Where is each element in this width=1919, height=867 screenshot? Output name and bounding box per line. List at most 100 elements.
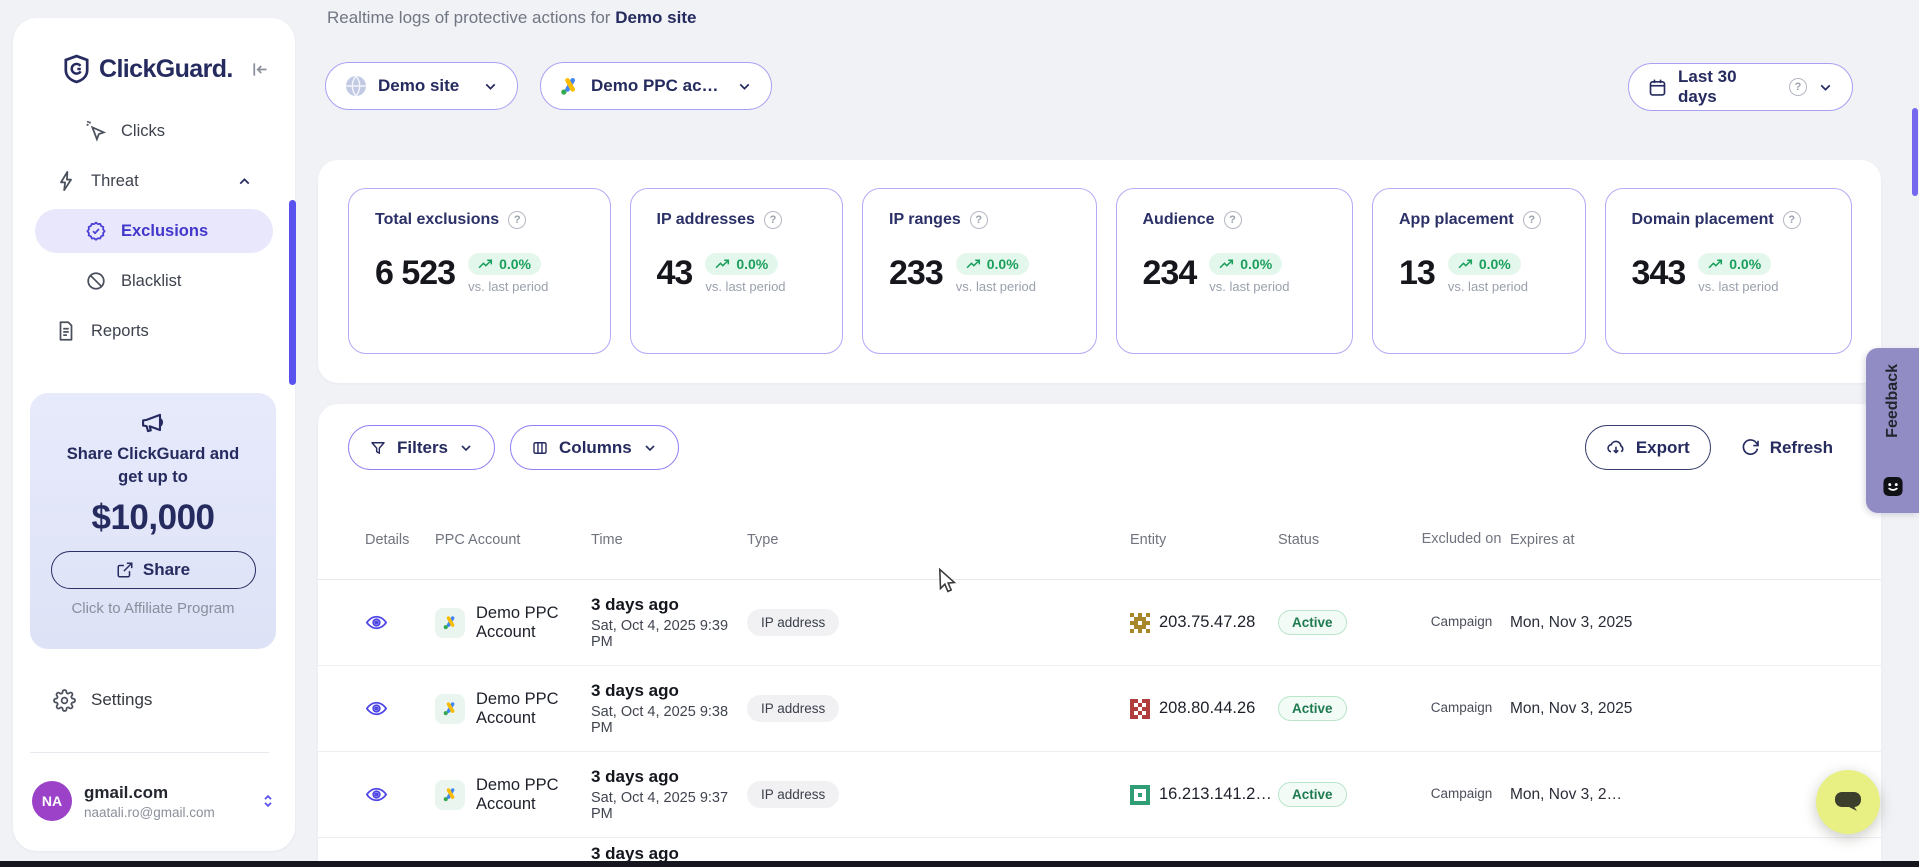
excluded-on-value: Campaign (1413, 613, 1510, 631)
clickguard-logo-icon (63, 54, 90, 84)
sidebar-scrollbar-thumb[interactable] (289, 200, 296, 385)
subtitle-site-name: Demo site (615, 8, 696, 27)
stat-label: App placement (1399, 211, 1514, 229)
entity-value: 203.75.47.28 (1159, 613, 1255, 632)
question-circle-icon[interactable]: ? (764, 211, 782, 229)
stat-value: 6 523 (375, 254, 455, 293)
settings-label: Settings (91, 690, 152, 710)
filters-button[interactable]: Filters (348, 425, 495, 470)
stat-delta-badge: 0.0% (468, 253, 541, 275)
status-badge: Active (1278, 610, 1347, 635)
window-bottom-edge (0, 861, 1919, 867)
stat-tile-audience: Audience? 234 0.0% vs. last period (1116, 188, 1354, 354)
table-row: Demo PPC Account 3 days agoSat, Oct 4, 2… (318, 666, 1881, 752)
document-icon (55, 320, 77, 342)
ban-icon (85, 270, 107, 292)
avatar: NA (32, 781, 72, 821)
question-circle-icon[interactable]: ? (970, 211, 988, 229)
feedback-smiley-icon (1882, 476, 1903, 497)
lightning-icon (55, 170, 77, 192)
expires-at-value: Mon, Nov 3, 2… (1510, 786, 1710, 804)
question-circle-icon[interactable]: ? (1789, 78, 1807, 96)
type-badge: IP address (747, 781, 839, 808)
question-circle-icon[interactable]: ? (1783, 211, 1801, 229)
globe-icon (344, 74, 368, 98)
column-header-excluded-on: Excluded on (1413, 530, 1510, 550)
chevron-up-icon[interactable] (236, 173, 253, 190)
share-button[interactable]: Share (51, 551, 256, 589)
user-meta: gmail.com naatali.ro@gmail.com (84, 783, 215, 820)
date-range-value: Last 30 days (1678, 67, 1779, 107)
stat-value: 234 (1143, 254, 1197, 293)
funnel-icon (369, 439, 387, 457)
time-relative: 3 days ago (591, 767, 747, 787)
collapse-sidebar-icon[interactable] (249, 59, 270, 80)
exclusions-log-card: Filters Columns Export Refresh Details P… (318, 404, 1881, 861)
question-circle-icon[interactable]: ? (1224, 211, 1242, 229)
column-header-entity: Entity (1130, 532, 1278, 548)
entity-identicon (1130, 785, 1150, 805)
sidebar-item-exclusions[interactable]: Exclusions (35, 209, 273, 253)
question-circle-icon[interactable]: ? (1523, 211, 1541, 229)
status-badge: Active (1278, 696, 1347, 721)
page-scrollbar-thumb[interactable] (1912, 108, 1918, 196)
sidebar-item-reports[interactable]: Reports (13, 306, 295, 356)
excluded-on-value: Campaign (1413, 699, 1510, 717)
trending-up-icon (1458, 258, 1473, 270)
partial-row-time-relative: 3 days ago (591, 844, 679, 861)
page-subtitle: Realtime logs of protective actions for … (327, 8, 696, 28)
calendar-icon (1647, 77, 1668, 98)
entity-value: 16.213.141.2… (1159, 785, 1272, 804)
sidebar-item-threat[interactable]: Threat (13, 156, 295, 206)
stat-sub: vs. last period (1448, 279, 1528, 294)
table-header-row: Details PPC Account Time Type Entity Sta… (318, 500, 1881, 580)
columns-button[interactable]: Columns (510, 425, 679, 470)
time-absolute: Sat, Oct 4, 2025 9:37 PM (591, 790, 747, 822)
chat-bubble-icon (1833, 789, 1863, 815)
ppc-account-selector[interactable]: Demo PPC ac… (540, 62, 772, 110)
ppc-account-name: Demo PPC Account (476, 690, 591, 728)
site-selector-value: Demo site (378, 76, 459, 96)
stat-delta-badge: 0.0% (1448, 253, 1521, 275)
expires-at-value: Mon, Nov 3, 2025 (1510, 614, 1710, 632)
feedback-tab[interactable]: Feedback (1866, 348, 1919, 513)
entity-identicon (1130, 699, 1150, 719)
stat-label: Audience (1143, 211, 1215, 229)
sidebar-item-label: Reports (91, 322, 149, 341)
export-button[interactable]: Export (1585, 425, 1711, 470)
brand-name: ClickGuard. (99, 55, 233, 84)
google-ads-icon (559, 75, 581, 97)
expires-at-value: Mon, Nov 3, 2025 (1510, 700, 1710, 718)
chevron-up-down-icon[interactable] (259, 791, 277, 811)
google-ads-icon (435, 780, 465, 810)
column-header-ppc-account: PPC Account (435, 532, 591, 548)
sidebar-item-label: Clicks (121, 122, 165, 141)
sidebar-item-blacklist[interactable]: Blacklist (13, 256, 295, 306)
affiliate-promo-card: Share ClickGuard and get up to $10,000 S… (30, 393, 276, 649)
chat-launcher-button[interactable] (1816, 770, 1880, 834)
stat-tiles: Total exclusions? 6 523 0.0% vs. last pe… (348, 188, 1852, 354)
stat-delta-badge: 0.0% (1209, 253, 1282, 275)
stat-sub: vs. last period (705, 279, 785, 294)
affiliate-program-link[interactable]: Click to Affiliate Program (30, 600, 276, 617)
site-selector[interactable]: Demo site (325, 62, 518, 110)
eye-icon[interactable] (365, 783, 435, 806)
table-body: Demo PPC Account 3 days ago Sat, Oct 4, 2… (318, 580, 1881, 838)
date-range-selector[interactable]: Last 30 days ? (1628, 63, 1853, 111)
sidebar-item-settings[interactable]: Settings (13, 682, 295, 718)
stat-value: 43 (657, 254, 693, 293)
eye-icon[interactable] (365, 697, 435, 720)
promo-amount: $10,000 (30, 498, 276, 538)
chevron-down-icon (482, 78, 499, 95)
chevron-down-icon (642, 440, 658, 456)
eye-icon[interactable] (365, 611, 435, 634)
column-header-time: Time (591, 532, 747, 548)
trending-up-icon (1219, 258, 1234, 270)
question-circle-icon[interactable]: ? (508, 211, 526, 229)
sidebar-item-clicks[interactable]: Clicks (13, 106, 295, 156)
refresh-button[interactable]: Refresh (1737, 425, 1837, 470)
account-switcher[interactable]: NA gmail.com naatali.ro@gmail.com (32, 781, 277, 821)
sidebar-item-label: Threat (91, 172, 139, 191)
stat-tile-domain-placement: Domain placement? 343 0.0% vs. last peri… (1605, 188, 1853, 354)
user-email: naatali.ro@gmail.com (84, 805, 215, 820)
